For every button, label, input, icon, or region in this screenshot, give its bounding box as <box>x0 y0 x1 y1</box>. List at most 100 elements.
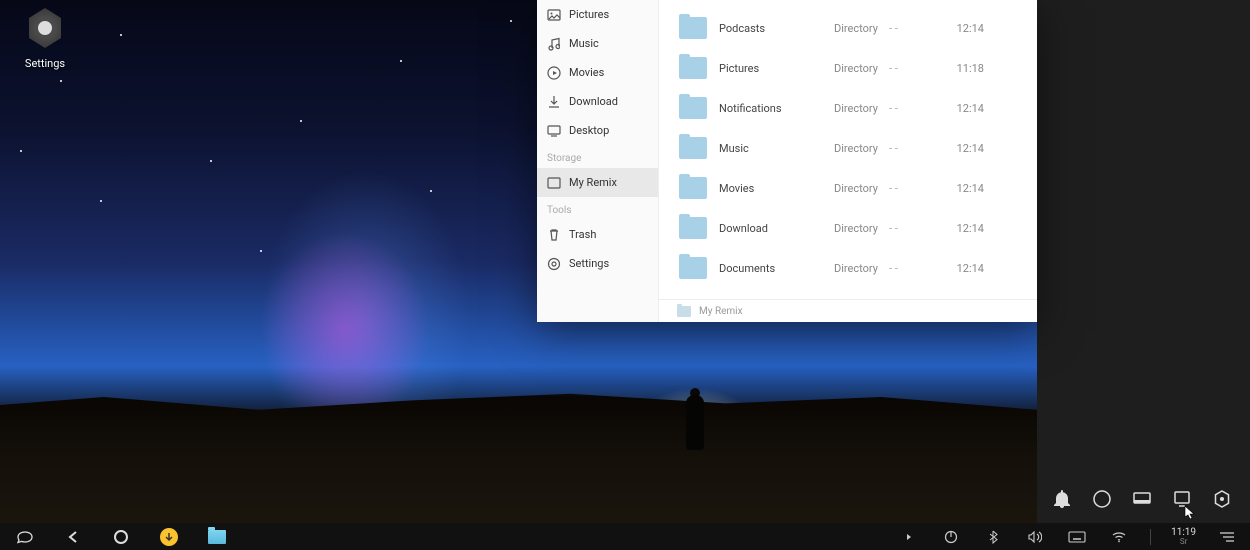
file-row[interactable]: Music Directory - - 12:14 <box>679 128 1017 168</box>
star <box>430 190 432 192</box>
file-name: Movies <box>719 182 834 195</box>
file-size: - - <box>889 142 944 155</box>
star <box>20 150 22 152</box>
file-time: 12:14 <box>944 22 984 35</box>
path-bar[interactable]: My Remix <box>659 299 1037 322</box>
file-manager-window: PicturesMusicMoviesDownloadDesktop Stora… <box>537 0 1037 322</box>
folder-icon <box>679 177 707 199</box>
tray-expand-icon[interactable] <box>898 526 920 548</box>
folder-icon <box>679 57 707 79</box>
file-type: Directory <box>834 182 889 195</box>
sidebar-item-download[interactable]: Download <box>537 87 658 116</box>
sidebar-item-desktop[interactable]: Desktop <box>537 116 658 145</box>
sidebar-item-pictures[interactable]: Pictures <box>537 0 658 29</box>
star <box>400 60 402 62</box>
file-name: Documents <box>719 262 834 275</box>
file-time: 12:14 <box>944 102 984 115</box>
file-type: Directory <box>834 142 889 155</box>
start-button[interactable] <box>14 526 36 548</box>
sidebar-item-music[interactable]: Music <box>537 29 658 58</box>
file-name: Download <box>719 222 834 235</box>
desktop-icon-label: Settings <box>25 57 65 70</box>
file-manager-sidebar: Pictures Music Movies DownloadDesktop Stora… <box>537 0 659 322</box>
disk-icon <box>547 176 561 190</box>
power-icon[interactable] <box>940 526 962 548</box>
file-type: Directory <box>834 62 889 75</box>
sidebar-item-label: Movies <box>569 66 604 79</box>
sidebar-item-trash[interactable]: Trash <box>537 220 658 249</box>
file-type: Directory <box>834 222 889 235</box>
file-size: - - <box>889 262 944 275</box>
folder-icon <box>679 97 707 119</box>
keyboard-icon[interactable] <box>1066 526 1088 548</box>
sidebar-section-storage: Storage <box>537 145 658 168</box>
file-type: Directory <box>834 22 889 35</box>
home-button[interactable] <box>110 526 132 548</box>
file-name: Notifications <box>719 102 834 115</box>
file-name: Podcasts <box>719 22 834 35</box>
gear-icon <box>25 8 65 48</box>
folder-icon <box>679 257 707 279</box>
wifi-icon[interactable] <box>1108 526 1130 548</box>
volume-icon[interactable] <box>1024 526 1046 548</box>
file-row[interactable]: Notifications Directory - - 12:14 <box>679 88 1017 128</box>
sidebar-item-label: Pictures <box>569 8 609 21</box>
clock-time: 11:19 <box>1171 527 1196 538</box>
desktop-icon <box>547 124 561 138</box>
trash-icon <box>547 228 561 242</box>
circle-icon[interactable] <box>1092 489 1112 509</box>
taskbar-app-downloads[interactable] <box>158 526 180 548</box>
menu-icon[interactable] <box>1216 526 1238 548</box>
wallpaper-figure <box>686 395 704 450</box>
taskbar-clock[interactable]: 11:19 Sr <box>1171 527 1196 547</box>
taskbar-divider <box>1150 529 1151 545</box>
file-time: 12:14 <box>944 262 984 275</box>
sidebar-item-my-remix[interactable]: My Remix <box>537 168 658 197</box>
taskbar-app-files[interactable] <box>206 526 228 548</box>
folder-icon <box>677 306 691 317</box>
bluetooth-icon[interactable] <box>982 526 1004 548</box>
display-icon[interactable] <box>1172 489 1192 509</box>
file-type: Directory <box>834 102 889 115</box>
gear-icon <box>547 257 561 271</box>
right-panel <box>1037 0 1250 523</box>
sidebar-item-label: Music <box>569 37 599 50</box>
sidebar-item-label: My Remix <box>569 176 617 189</box>
sidebar-item-settings[interactable]: Settings <box>537 249 658 278</box>
file-size: - - <box>889 22 944 35</box>
back-button[interactable] <box>62 526 84 548</box>
file-row[interactable]: Documents Directory - - 12:14 <box>679 248 1017 288</box>
image-icon <box>547 8 561 22</box>
clock-sub: Sr <box>1171 538 1196 547</box>
star <box>510 20 512 22</box>
file-size: - - <box>889 102 944 115</box>
file-size: - - <box>889 62 944 75</box>
download-icon <box>547 95 561 109</box>
file-list[interactable]: Ringtones Directory - - 12:14 Podcasts D… <box>659 0 1037 299</box>
file-row[interactable]: Podcasts Directory - - 12:14 <box>679 8 1017 48</box>
file-type: Directory <box>834 262 889 275</box>
folder-icon <box>679 17 707 39</box>
path-text: My Remix <box>699 306 743 317</box>
settings-gear-icon[interactable] <box>1212 489 1232 509</box>
file-row[interactable]: Movies Directory - - 12:14 <box>679 168 1017 208</box>
video-icon <box>547 66 561 80</box>
sidebar-item-label: Settings <box>569 257 609 270</box>
desktop-settings-icon[interactable]: Settings <box>20 8 70 71</box>
taskbar: 11:19 Sr <box>0 523 1250 550</box>
star <box>210 160 212 162</box>
star <box>100 200 102 202</box>
file-name: Music <box>719 142 834 155</box>
sidebar-item-movies[interactable]: Movies <box>537 58 658 87</box>
file-size: - - <box>889 182 944 195</box>
file-time: 12:14 <box>944 182 984 195</box>
notifications-icon[interactable] <box>1052 489 1072 509</box>
folder-icon <box>679 217 707 239</box>
file-time: 11:18 <box>944 62 984 75</box>
file-row[interactable]: Download Directory - - 12:14 <box>679 208 1017 248</box>
file-row[interactable]: Pictures Directory - - 11:18 <box>679 48 1017 88</box>
file-time: 12:14 <box>944 222 984 235</box>
file-row[interactable]: Ringtones Directory - - 12:14 <box>679 0 1017 8</box>
star <box>120 34 122 36</box>
screen-icon[interactable] <box>1132 489 1152 509</box>
